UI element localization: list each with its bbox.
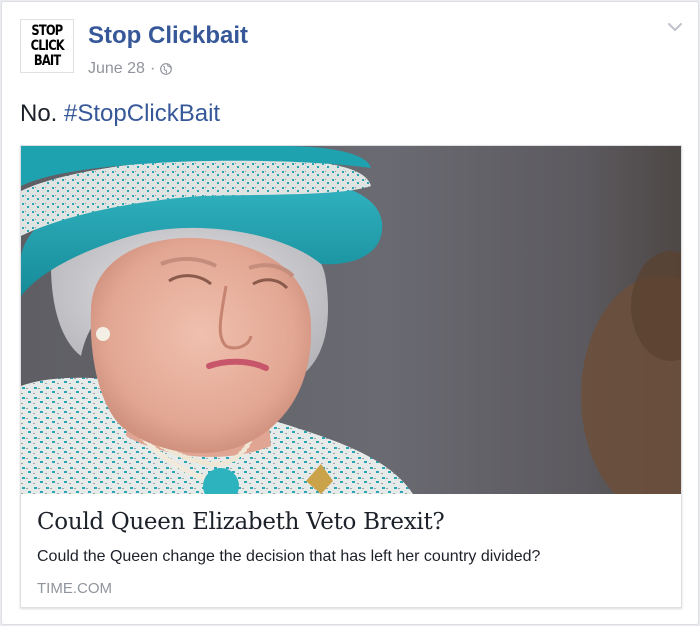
preview-description: Could the Queen change the decision that…	[37, 548, 541, 565]
preview-domain: TIME.COM	[37, 580, 112, 597]
avatar-text-line-2: CLICK	[30, 37, 64, 54]
post-card: STOP CLICK BAIT Stop Clickbait June 28 ·…	[1, 1, 699, 625]
post-message-text: No.	[20, 100, 58, 127]
page-avatar[interactable]: STOP CLICK BAIT	[20, 19, 74, 73]
post-date[interactable]: June 28	[88, 60, 145, 78]
avatar-text-line-1: STOP	[31, 22, 63, 39]
avatar-text-line-3: BAIT	[33, 52, 61, 69]
link-preview-card[interactable]: Could Queen Elizabeth Veto Brexit? Could…	[20, 145, 682, 608]
post-message: No. #StopClickBait	[20, 100, 220, 128]
meta-separator: ·	[149, 60, 156, 77]
preview-image[interactable]	[21, 146, 682, 494]
post-meta: June 28 ·	[88, 60, 173, 78]
chevron-down-icon[interactable]	[666, 20, 684, 34]
hashtag-link[interactable]: #StopClickBait	[64, 100, 220, 127]
page-name-link[interactable]: Stop Clickbait	[88, 22, 248, 50]
preview-title[interactable]: Could Queen Elizabeth Veto Brexit?	[37, 509, 445, 535]
globe-icon[interactable]	[160, 63, 173, 75]
